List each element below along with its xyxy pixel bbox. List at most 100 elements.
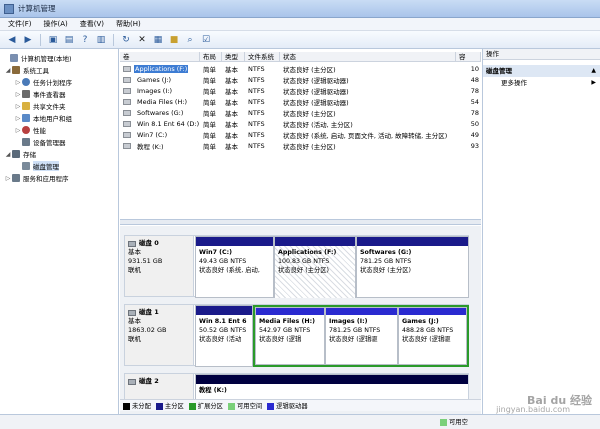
drive-icon	[123, 76, 131, 83]
column-filesystem[interactable]: 文件系统	[245, 51, 280, 62]
tree-item-system-tools[interactable]: ◢ 系统工具	[0, 64, 118, 76]
expand-icon[interactable]: ▷	[14, 103, 22, 110]
column-volume[interactable]: 卷	[120, 51, 200, 62]
shared-folder-icon	[22, 102, 30, 110]
legend-item: 扩展分区	[188, 401, 223, 410]
checklist-icon[interactable]: ☑	[200, 34, 212, 46]
status-bar: 可用空	[0, 414, 600, 429]
partition[interactable]: Softwares (G:) 781.25 GB NTFS 状态良好 (主分区)	[356, 236, 469, 298]
volume-row[interactable]: Images (I:) 简单 基本 NTFS 状态良好 (逻辑驱动器) 78	[120, 85, 481, 96]
partition[interactable]: Media Files (H:) 542.97 GB NTFS 状态良好 (逻辑	[255, 307, 325, 365]
volume-row[interactable]: Softwares (G:) 简单 基本 NTFS 状态良好 (主分区) 78	[120, 107, 481, 118]
drive-icon	[123, 65, 131, 72]
volume-row[interactable]: Win 8.1 Ent 64 (D:) 简单 基本 NTFS 状态良好 (活动, 主分…	[120, 118, 481, 129]
volume-row[interactable]: 教程 (K:) 简单 基本 NTFS 状态良好 (主分区) 93	[120, 140, 481, 151]
search-icon[interactable]: ⌕	[184, 34, 196, 46]
partition[interactable]: Win7 (C:) 49.43 GB NTFS 状态良好 (系统, 启动,	[195, 236, 274, 298]
expand-icon[interactable]: ▷	[14, 115, 22, 122]
volume-row[interactable]: Games (J:) 简单 基本 NTFS 状态良好 (逻辑驱动器) 48	[120, 74, 481, 85]
partition[interactable]: Games (J:) 488.28 GB NTFS 状态良好 (逻辑驱	[398, 307, 467, 365]
partition[interactable]: Win 8.1 Ent 6 50.52 GB NTFS 状态良好 (活动	[195, 305, 253, 367]
performance-icon	[22, 126, 30, 134]
tree-item-task-scheduler[interactable]: ▷ 任务计划程序	[0, 76, 118, 88]
storage-icon	[12, 150, 20, 158]
column-status[interactable]: 状态	[280, 51, 456, 62]
drive-icon	[123, 87, 131, 94]
toolbar-separator	[40, 33, 41, 46]
tree-item-storage[interactable]: ◢ 存储	[0, 148, 118, 160]
tree-item-event-viewer[interactable]: ▷ 事件查看器	[0, 88, 118, 100]
menu-action[interactable]: 操作(A)	[44, 19, 68, 29]
properties-icon[interactable]: ▥	[95, 34, 107, 46]
device-manager-icon	[22, 138, 30, 146]
actions-section-disk-management[interactable]: 磁盘管理 ▲	[483, 65, 600, 77]
tree-item-services-apps[interactable]: ▷ 服务和应用程序	[0, 172, 118, 184]
disk-icon	[128, 240, 136, 247]
tools-icon	[12, 66, 20, 74]
menu-file[interactable]: 文件(F)	[8, 19, 32, 29]
collapse-icon[interactable]: ◢	[4, 151, 12, 158]
show-hide-tree-icon[interactable]: ▤	[63, 34, 75, 46]
volume-row[interactable]: Win7 (C:) 简单 基本 NTFS 状态良好 (系统, 启动, 页面文件, 活动…	[120, 129, 481, 140]
pane-splitter[interactable]	[120, 219, 481, 225]
column-capacity[interactable]: 容	[456, 51, 481, 62]
menu-help[interactable]: 帮助(H)	[116, 19, 141, 29]
expand-icon[interactable]: ▷	[14, 91, 22, 98]
disk-2-label[interactable]: 磁盘 2	[125, 374, 194, 400]
partition[interactable]: Images (I:) 781.25 GB NTFS 状态良好 (逻辑驱	[325, 307, 398, 365]
computer-management-icon	[4, 3, 14, 14]
drive-icon	[123, 120, 131, 127]
disk-icon	[128, 378, 136, 385]
toolbar-separator	[113, 33, 114, 46]
menu-bar: 文件(F) 操作(A) 查看(V) 帮助(H)	[0, 18, 600, 31]
forward-arrow-icon[interactable]: ▶	[22, 34, 34, 46]
volume-row[interactable]: Media Files (H:) 简单 基本 NTFS 状态良好 (逻辑驱动器) 54	[120, 96, 481, 107]
partition-legend: 未分配 主分区 扩展分区 可用空间 逻辑驱动器	[120, 399, 481, 411]
help-icon[interactable]: ?	[79, 34, 91, 46]
tree-item-local-users[interactable]: ▷ 本地用户和组	[0, 112, 118, 124]
folder-icon[interactable]: ■	[168, 34, 180, 46]
collapse-up-icon[interactable]: ▲	[591, 65, 596, 77]
disk-1-label[interactable]: 磁盘 1 基本 1863.02 GB 联机	[125, 305, 194, 365]
disk-management-icon	[22, 162, 30, 170]
disk-management-pane: 卷 布局 类型 文件系统 状态 容 Applications (F:) 简单 基本…	[120, 49, 481, 414]
open-icon[interactable]: ▦	[152, 34, 164, 46]
expand-icon[interactable]: ▷	[4, 175, 12, 182]
expand-icon[interactable]: ▷	[14, 79, 22, 86]
computer-icon	[10, 54, 18, 62]
partition-selected[interactable]: Applications (F:) 100.83 GB NTFS 状态良好 (主分区…	[274, 236, 356, 298]
tree-item-device-manager[interactable]: 设备管理器	[0, 136, 118, 148]
toolbar: ◀ ▶ ▣ ▤ ? ▥ ↻ ✕ ▦ ■ ⌕ ☑	[0, 31, 600, 49]
column-type[interactable]: 类型	[222, 51, 245, 62]
title-bar: 计算机管理	[0, 0, 600, 18]
up-folder-icon[interactable]: ▣	[47, 34, 59, 46]
volume-list: Applications (F:) 简单 基本 NTFS 状态良好 (主分区) 10 G…	[120, 63, 481, 151]
column-layout[interactable]: 布局	[200, 51, 222, 62]
disk-2[interactable]: 磁盘 2 教程 (K:)	[124, 373, 469, 401]
drive-icon	[123, 109, 131, 116]
disk-0-label[interactable]: 磁盘 0 基本 931.51 GB 联机	[125, 236, 194, 296]
actions-pane: 操作 磁盘管理 ▲ 更多操作 ▶	[482, 49, 600, 414]
expand-icon[interactable]: ▷	[14, 127, 22, 134]
disk-0[interactable]: 磁盘 0 基本 931.51 GB 联机 Win7 (C:) 49.43 GB N…	[124, 235, 469, 298]
tree-item-performance[interactable]: ▷ 性能	[0, 124, 118, 136]
menu-view[interactable]: 查看(V)	[80, 19, 104, 29]
legend-item: 未分配	[123, 401, 151, 410]
drive-icon	[123, 142, 131, 149]
delete-icon[interactable]: ✕	[136, 34, 148, 46]
partition[interactable]: 教程 (K:)	[195, 374, 468, 400]
tree-item-shared-folders[interactable]: ▷ 共享文件夹	[0, 100, 118, 112]
refresh-icon[interactable]: ↻	[120, 34, 132, 46]
clock-icon	[22, 78, 30, 86]
event-viewer-icon	[22, 90, 30, 98]
more-actions-item[interactable]: 更多操作 ▶	[483, 77, 600, 89]
collapse-icon[interactable]: ◢	[4, 67, 12, 74]
tree-item-disk-management[interactable]: 磁盘管理	[0, 160, 118, 172]
volume-row[interactable]: Applications (F:) 简单 基本 NTFS 状态良好 (主分区) 10	[120, 63, 481, 74]
watermark-url: jingyan.baidu.com	[496, 405, 570, 414]
legend-item: 主分区	[155, 401, 184, 410]
legend-item: 逻辑驱动器	[267, 401, 308, 410]
disk-1[interactable]: 磁盘 1 基本 1863.02 GB 联机 Win 8.1 Ent 6 50.52…	[124, 304, 469, 367]
back-arrow-icon[interactable]: ◀	[6, 34, 18, 46]
tree-item-computer-management[interactable]: 计算机管理(本地)	[0, 52, 118, 64]
